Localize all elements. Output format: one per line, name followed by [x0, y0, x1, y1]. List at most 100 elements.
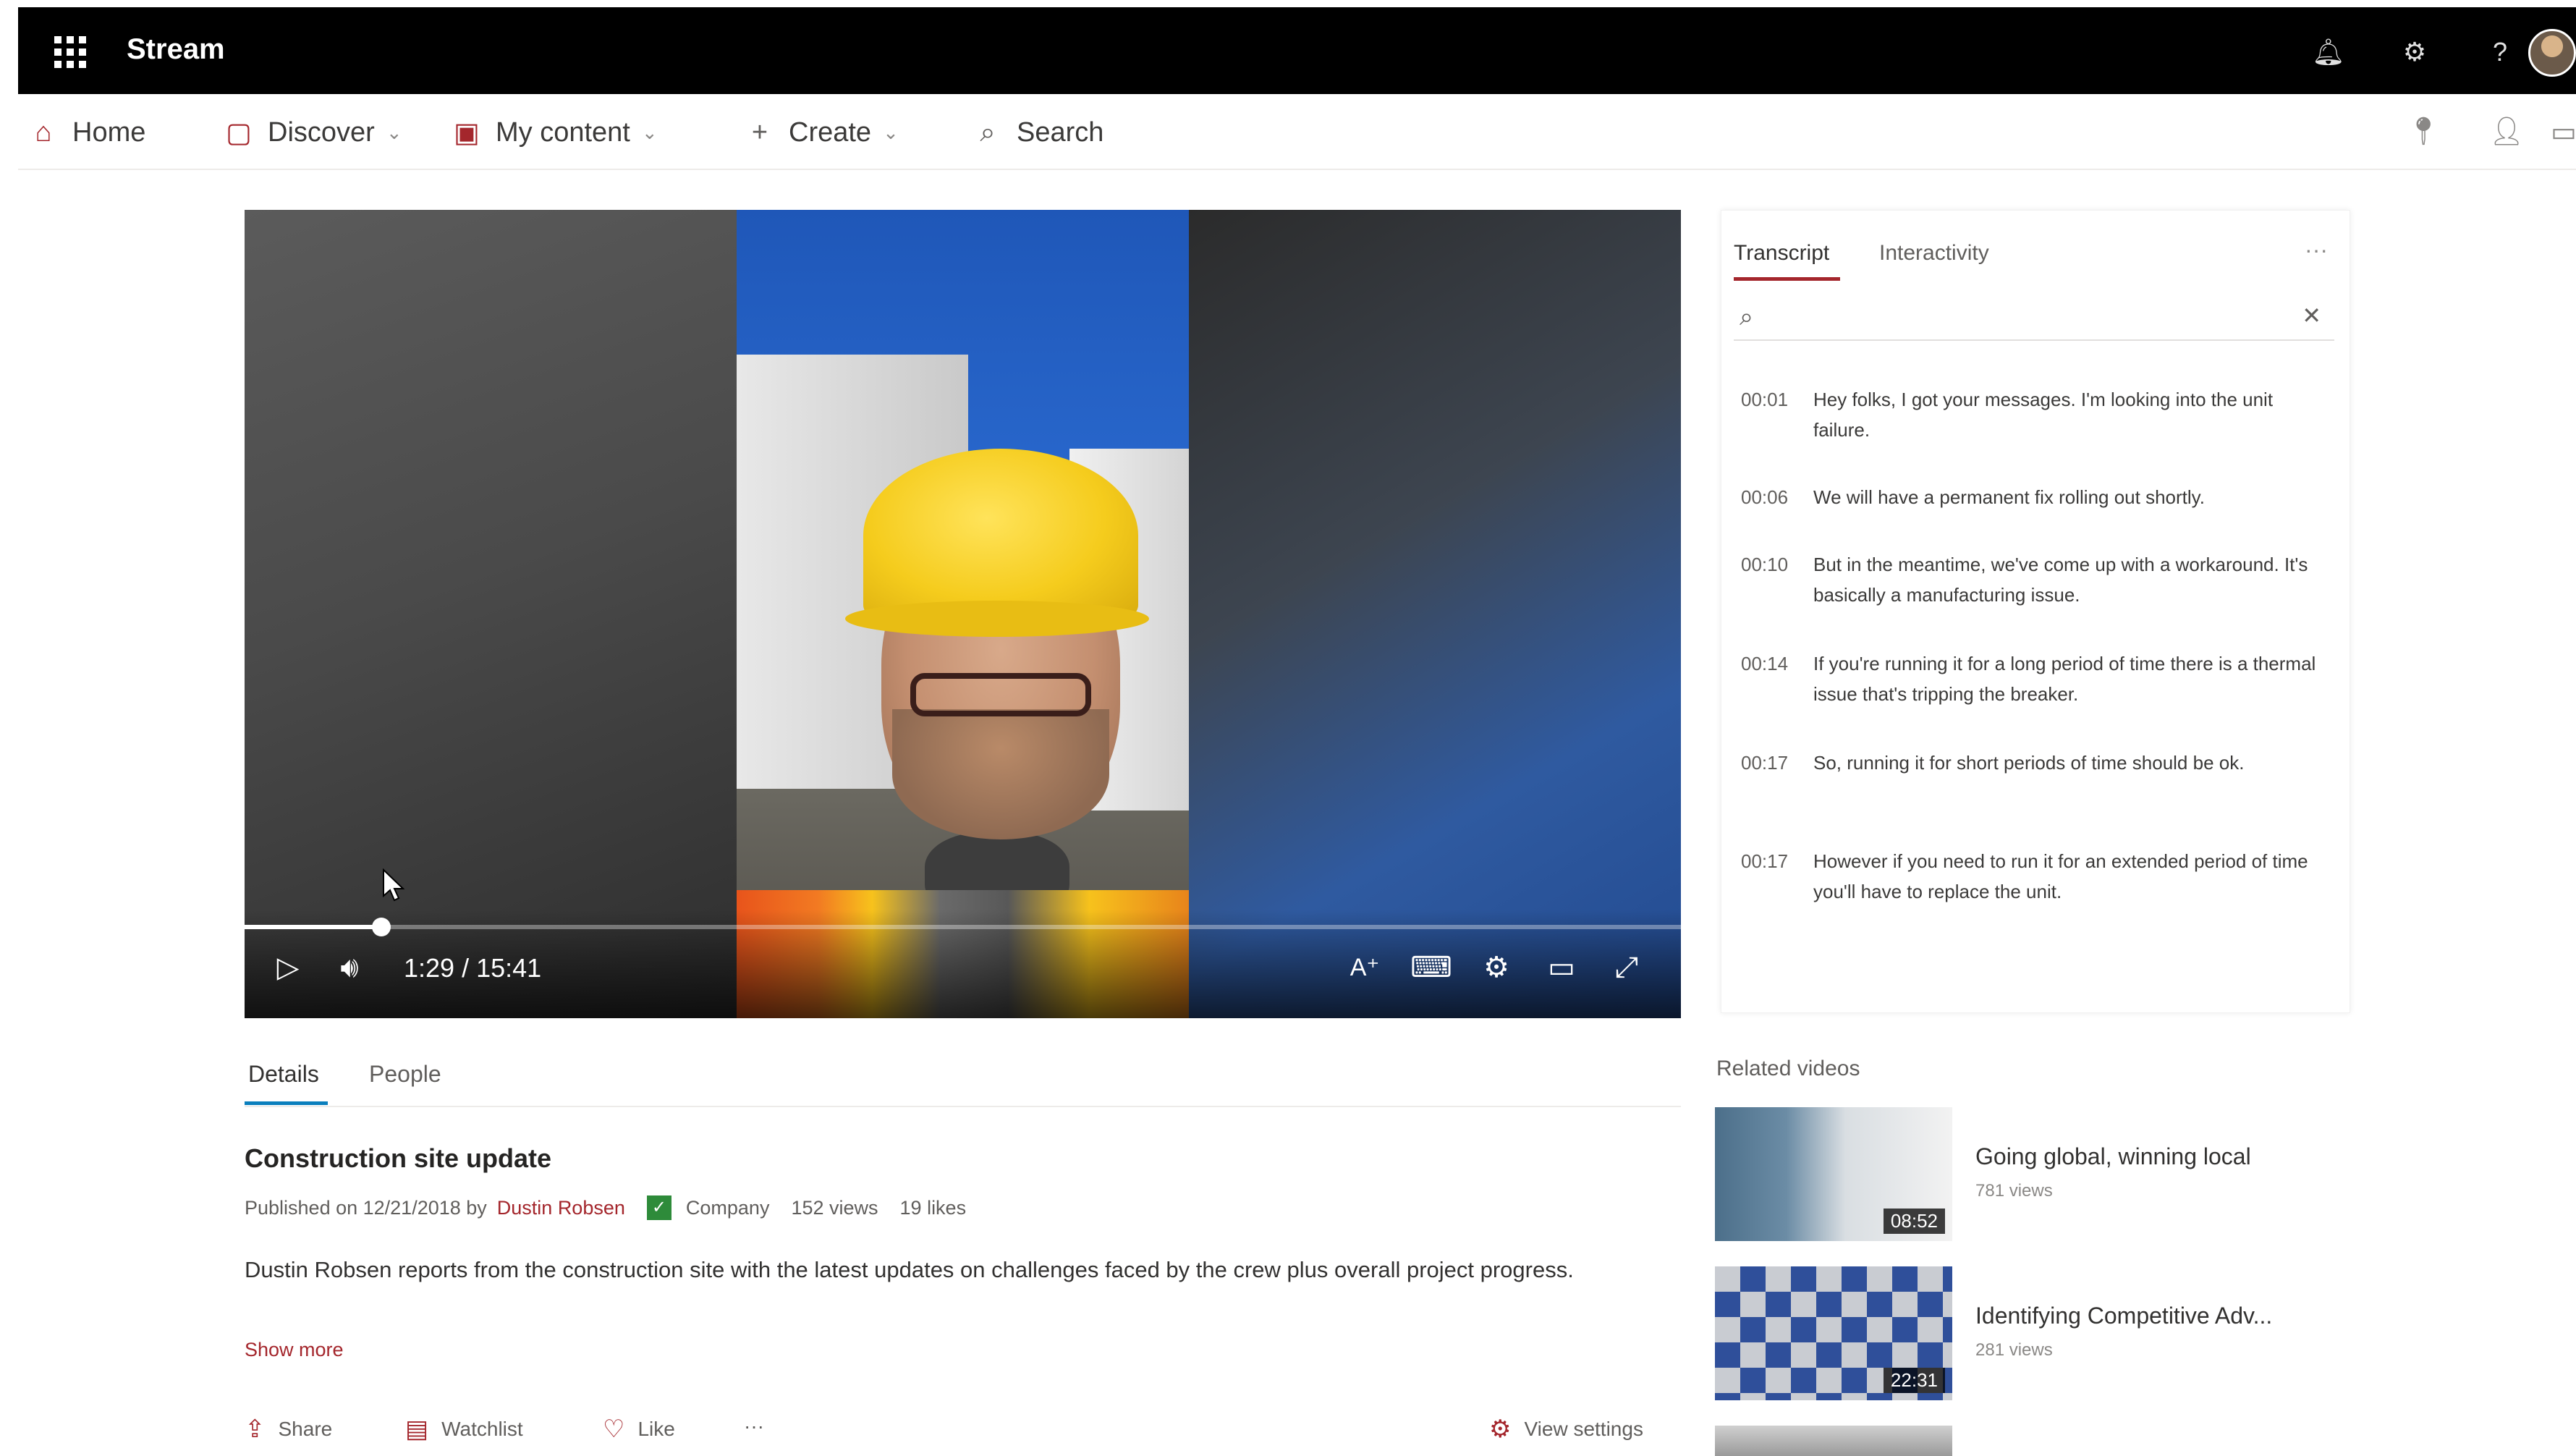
related-video-item[interactable]: 22:31 Identifying Competitive Adv... 281… — [1715, 1266, 2366, 1404]
related-video-item[interactable] — [1715, 1426, 2366, 1456]
tab-interactivity[interactable]: Interactivity — [1879, 241, 1989, 266]
video-duration: 22:31 — [1883, 1368, 1945, 1393]
nav-my-content[interactable]: ▣ My content ⌄ — [452, 114, 658, 151]
fullscreen-icon[interactable]: ⤢ — [1605, 949, 1648, 986]
play-icon[interactable]: ▷ — [274, 949, 302, 986]
video-duration: 08:52 — [1883, 1209, 1945, 1234]
author-link[interactable]: Dustin Robsen — [497, 1197, 625, 1219]
related-video-title[interactable]: Going global, winning local — [1975, 1143, 2251, 1170]
my-content-icon: ▣ — [454, 117, 480, 148]
video-title: Construction site update — [245, 1143, 552, 1173]
volume-icon[interactable]: 🔊︎ — [328, 949, 371, 986]
tab-details[interactable]: Details — [248, 1061, 319, 1088]
like-label: Like — [637, 1418, 675, 1440]
transcript-text: Hey folks, I got your messages. I'm look… — [1813, 389, 2274, 441]
tab-transcript[interactable]: Transcript — [1734, 241, 1829, 266]
nav-create-label: Create — [789, 117, 872, 148]
details-tabs: Details People — [245, 1049, 1681, 1107]
video-frame-center — [737, 210, 1189, 1018]
avatar[interactable] — [2528, 29, 2576, 77]
notifications-icon[interactable]: 🔔︎ — [2312, 36, 2345, 68]
views-count: 152 views — [791, 1196, 878, 1219]
chevron-down-icon: ⌄ — [641, 121, 658, 143]
tab-underline — [1734, 277, 1840, 281]
transcript-text: However if you need to run it for an ext… — [1813, 850, 2308, 902]
share-label: Share — [278, 1418, 333, 1440]
settings-icon[interactable]: ⚙︎ — [1475, 949, 1518, 986]
chevron-down-icon: ⌄ — [883, 121, 899, 143]
video-thumbnail[interactable]: 08:52 — [1715, 1107, 1952, 1241]
transcript-entry[interactable]: 00:17 However if you need to run it for … — [1741, 846, 2320, 907]
visibility-label: Company — [685, 1196, 770, 1219]
video-thumbnail[interactable]: 22:31 — [1715, 1266, 1952, 1400]
view-settings-label: View settings — [1524, 1418, 1643, 1440]
settings-icon[interactable]: ⚙︎ — [2399, 36, 2431, 68]
search-icon: ⌕ — [1740, 303, 1754, 331]
nav-discover-label: Discover — [268, 117, 375, 148]
heart-icon: ♡ — [603, 1415, 625, 1443]
nav-create[interactable]: + Create ⌄ — [745, 114, 899, 151]
transcript-entry[interactable]: 00:10 But in the meantime, we've come up… — [1741, 549, 2320, 610]
transcript-timestamp: 00:14 — [1741, 653, 1789, 674]
seek-handle[interactable] — [371, 918, 391, 936]
chat-icon[interactable]: ▭ — [2551, 116, 2576, 148]
tab-people[interactable]: People — [369, 1061, 441, 1088]
transcript-entry[interactable]: 00:06 We will have a permanent fix rolli… — [1741, 482, 2320, 512]
seek-bar[interactable] — [245, 918, 1681, 936]
tab-underline — [245, 1101, 328, 1105]
pin-icon[interactable]: 📍︎ — [2406, 116, 2441, 148]
transcript-timestamp: 00:17 — [1741, 752, 1789, 774]
theater-mode-icon[interactable]: ▭ — [1540, 949, 1583, 986]
transcript-text: If you're running it for a long period o… — [1813, 653, 2316, 705]
more-options-icon[interactable]: ··· — [2305, 237, 2328, 263]
app-launcher-icon[interactable] — [54, 36, 86, 68]
seek-bar-fill — [245, 925, 381, 929]
watchlist-button[interactable]: ▤ Watchlist — [405, 1415, 523, 1444]
top-bar: Stream 🔔︎ ⚙︎ ? — [18, 7, 2576, 94]
transcript-entry[interactable]: 00:17 So, running it for short periods o… — [1741, 748, 2320, 778]
related-video-title[interactable]: Identifying Competitive Adv... — [1975, 1303, 2272, 1329]
action-bar: ⇪ Share ▤ Watchlist ♡ Like ··· ⚙︎ View s… — [245, 1415, 1681, 1451]
nav-home-label: Home — [72, 117, 146, 148]
transcript-timestamp: 00:01 — [1741, 389, 1789, 410]
nav-search-label: Search — [1017, 117, 1104, 148]
video-thumbnail[interactable] — [1715, 1426, 1952, 1456]
search-icon: ⌕ — [980, 117, 996, 148]
transcript-text: So, running it for short periods of time… — [1813, 752, 2245, 774]
nav-discover[interactable]: ▢ Discover ⌄ — [224, 114, 402, 151]
share-button[interactable]: ⇪ Share — [245, 1415, 332, 1444]
watchlist-icon: ▤ — [405, 1415, 429, 1443]
video-meta: Published on 12/21/2018 by Dustin Robsen… — [245, 1195, 966, 1220]
transcript-timestamp: 00:06 — [1741, 486, 1789, 508]
app-name[interactable]: Stream — [127, 33, 225, 66]
captions-icon[interactable]: ⌨ — [1410, 949, 1453, 986]
home-icon: ⌂ — [35, 117, 52, 148]
transcript-text: We will have a permanent fix rolling out… — [1813, 486, 2205, 508]
transcript-entry[interactable]: 00:01 Hey folks, I got your messages. I'… — [1741, 384, 2320, 445]
show-more-link[interactable]: Show more — [245, 1339, 344, 1361]
plus-icon: + — [751, 117, 768, 148]
nav-search[interactable]: ⌕ Search — [973, 114, 1103, 151]
like-button[interactable]: ♡ Like — [603, 1415, 675, 1444]
transcript-text: But in the meantime, we've come up with … — [1813, 554, 2308, 606]
nav-home[interactable]: ⌂ Home — [29, 114, 146, 151]
playback-time: 1:29 / 15:41 — [404, 953, 542, 983]
related-video-views: 781 views — [1975, 1181, 2053, 1201]
help-icon[interactable]: ? — [2484, 36, 2516, 68]
video-player[interactable]: ▷ 🔊︎ 1:29 / 15:41 A⁺ ⌨ ⚙︎ ▭ ⤢ — [245, 210, 1681, 1018]
playback-speed-icon[interactable]: A⁺ — [1343, 949, 1386, 986]
transcript-search-input[interactable] — [1777, 297, 2284, 334]
transcript-entry[interactable]: 00:14 If you're running it for a long pe… — [1741, 648, 2320, 709]
settings-icon: ⚙︎ — [1489, 1415, 1512, 1443]
nav-bar: ⌂ Home ▢ Discover ⌄ ▣ My content ⌄ + Cre… — [18, 94, 2576, 170]
likes-count: 19 likes — [899, 1196, 967, 1219]
company-icon: ✓ — [646, 1195, 671, 1220]
close-icon[interactable]: ✕ — [2302, 302, 2321, 329]
transcript-panel: Transcript Interactivity ··· ⌕ ✕ 00:01 H… — [1721, 210, 2350, 1013]
video-description: Dustin Robsen reports from the construct… — [245, 1257, 1574, 1282]
related-video-item[interactable]: 08:52 Going global, winning local 781 vi… — [1715, 1107, 2366, 1245]
more-actions-button[interactable]: ··· — [744, 1415, 764, 1438]
transcript-search: ⌕ ✕ — [1734, 290, 2334, 341]
view-settings-button[interactable]: ⚙︎ View settings — [1489, 1415, 1643, 1444]
person-icon[interactable]: 👤︎ — [2489, 116, 2524, 148]
